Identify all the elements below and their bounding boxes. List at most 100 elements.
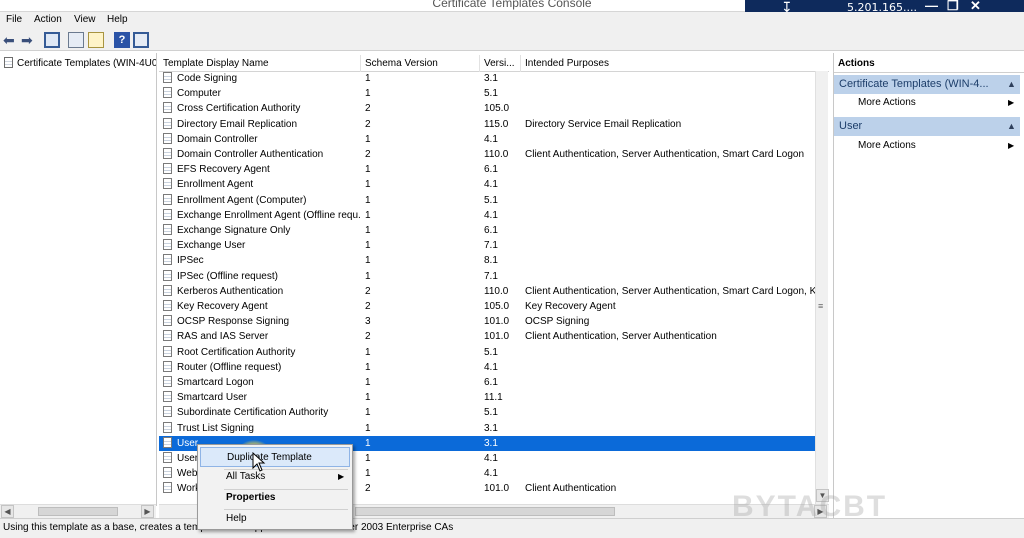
tree-item-certificate-templates[interactable]: Certificate Templates (WIN-4U0	[4, 57, 156, 71]
template-name-cell: Root Certification Authority	[163, 345, 361, 360]
table-row[interactable]: Computer 1 5.1	[159, 86, 815, 101]
schema-version-cell: 1	[365, 453, 371, 464]
section-title: User	[839, 120, 863, 132]
template-name-cell: Trust List Signing	[163, 421, 361, 436]
template-name-cell: Exchange User	[163, 238, 361, 253]
version-cell: 110.0	[484, 149, 509, 160]
template-list: Template Display Name Schema Version Ver…	[159, 53, 829, 504]
table-row[interactable]: Router (Offline request) 1 4.1	[159, 360, 815, 375]
collapse-icon[interactable]: ▲	[1007, 117, 1016, 136]
version-cell: 4.1	[484, 362, 498, 373]
more-actions-item[interactable]: More Actions ▶	[858, 138, 1018, 153]
intended-purposes-cell: OCSP Signing	[525, 316, 590, 327]
template-name: OCSP Response Signing	[177, 316, 290, 327]
scrollbar-thumb[interactable]	[355, 507, 615, 516]
table-row[interactable]: Directory Email Replication 2 115.0 Directo…	[159, 117, 815, 132]
version-cell: 3.1	[484, 423, 498, 434]
template-icon	[163, 254, 172, 265]
scroll-left-icon[interactable]: ◀	[1, 505, 14, 518]
template-icon	[163, 224, 172, 235]
table-row[interactable]: Code Signing 1 3.1	[159, 71, 815, 86]
menu-item-properties[interactable]: Properties	[200, 488, 350, 508]
scrollbar-grip-icon[interactable]: ≡	[818, 301, 823, 311]
more-actions-item[interactable]: More Actions ▶	[858, 95, 1018, 110]
schema-version-cell: 1	[365, 377, 371, 388]
version-cell: 7.1	[484, 240, 498, 251]
menu-action[interactable]: Action	[34, 14, 62, 25]
table-row[interactable]: Smartcard Logon 1 6.1	[159, 375, 815, 390]
menu-file[interactable]: File	[6, 14, 22, 25]
menu-item-label: All Tasks	[226, 471, 266, 482]
menu-item-help[interactable]: Help	[200, 509, 350, 529]
template-name-cell: IPSec	[163, 253, 361, 268]
submenu-arrow-icon: ▶	[1008, 141, 1015, 150]
table-row[interactable]: Smartcard User 1 11.1	[159, 390, 815, 405]
list-header: Template Display Name Schema Version Ver…	[159, 55, 829, 72]
column-header-schema[interactable]: Schema Version	[361, 55, 480, 72]
menu-view[interactable]: View	[74, 14, 96, 25]
action-pane-icon[interactable]	[133, 32, 149, 48]
export-icon[interactable]	[88, 32, 104, 48]
template-icon	[163, 118, 172, 129]
template-name-cell: Domain Controller	[163, 132, 361, 147]
scrollbar-thumb[interactable]	[38, 507, 118, 516]
version-cell: 5.1	[484, 347, 498, 358]
table-row[interactable]: Subordinate Certification Authority 1 5.1	[159, 405, 815, 420]
version-cell: 101.0	[484, 316, 510, 327]
scroll-right-icon[interactable]: ▶	[141, 505, 154, 518]
list-vertical-scrollbar[interactable]: ≡ ▼	[815, 71, 829, 504]
version-cell: 3.1	[484, 73, 498, 84]
schema-version-cell: 1	[365, 225, 371, 236]
table-row[interactable]: Enrollment Agent 1 4.1	[159, 177, 815, 192]
template-icon	[163, 285, 172, 296]
table-row[interactable]: Cross Certification Authority 2 105.0	[159, 101, 815, 116]
template-icon	[163, 406, 172, 417]
template-name: User	[177, 438, 199, 449]
table-row[interactable]: Trust List Signing 1 3.1	[159, 421, 815, 436]
template-name-cell: Key Recovery Agent	[163, 299, 361, 314]
table-row[interactable]: Exchange Signature Only 1 6.1	[159, 223, 815, 238]
table-row[interactable]: Domain Controller Authentication 2 110.0 Cl…	[159, 147, 815, 162]
version-cell: 6.1	[484, 225, 498, 236]
schema-version-cell: 2	[365, 483, 371, 494]
actions-section-user[interactable]: User ▲	[834, 117, 1020, 136]
back-icon[interactable]: ⬅	[3, 32, 19, 48]
table-row[interactable]: Key Recovery Agent 2 105.0 Key Recovery Age…	[159, 299, 815, 314]
schema-version-cell: 1	[365, 438, 371, 449]
table-row[interactable]: Exchange Enrollment Agent (Offline requ.…	[159, 208, 815, 223]
actions-section-certificate-templates[interactable]: Certificate Templates (WIN-4... ▲	[834, 75, 1020, 94]
schema-version-cell: 3	[365, 316, 371, 327]
table-row[interactable]: IPSec (Offline request) 1 7.1	[159, 269, 815, 284]
column-header-name[interactable]: Template Display Name	[159, 55, 361, 72]
schema-version-cell: 1	[365, 347, 371, 358]
table-row[interactable]: Enrollment Agent (Computer) 1 5.1	[159, 193, 815, 208]
console-tree-icon[interactable]	[44, 32, 60, 48]
template-icon	[4, 57, 13, 68]
properties-icon[interactable]	[68, 32, 84, 48]
intended-purposes-cell	[525, 390, 815, 405]
tree-horizontal-scrollbar[interactable]: ◀ ▶	[0, 504, 156, 518]
intended-purposes-cell	[525, 162, 815, 177]
schema-version-cell: 1	[365, 164, 371, 175]
template-name: Smartcard Logon	[177, 377, 254, 388]
table-row[interactable]: OCSP Response Signing 3 101.0 OCSP Signing	[159, 314, 815, 329]
tree-item-label: Certificate Templates (WIN-4U0	[17, 58, 156, 69]
menu-item-duplicate-template[interactable]: Duplicate Template	[200, 447, 350, 467]
table-row[interactable]: Domain Controller 1 4.1	[159, 132, 815, 147]
template-name-cell: IPSec (Offline request)	[163, 269, 361, 284]
collapse-icon[interactable]: ▲	[1007, 75, 1016, 94]
schema-version-cell: 1	[365, 255, 371, 266]
menu-help[interactable]: Help	[107, 14, 128, 25]
table-row[interactable]: Root Certification Authority 1 5.1	[159, 345, 815, 360]
column-header-purposes[interactable]: Intended Purposes	[521, 55, 829, 72]
forward-icon[interactable]: ➡	[21, 32, 37, 48]
table-row[interactable]: IPSec 1 8.1	[159, 253, 815, 268]
table-row[interactable]: Exchange User 1 7.1	[159, 238, 815, 253]
table-row[interactable]: Kerberos Authentication 2 110.0 Client Auth…	[159, 284, 815, 299]
table-row[interactable]: EFS Recovery Agent 1 6.1	[159, 162, 815, 177]
help-icon[interactable]: ?	[114, 32, 130, 48]
table-row[interactable]: RAS and IAS Server 2 101.0 Client Authentic…	[159, 329, 815, 344]
menu-item-all-tasks[interactable]: All Tasks ▶	[200, 467, 350, 487]
column-header-version[interactable]: Versi...	[480, 55, 521, 72]
template-icon	[163, 482, 172, 493]
